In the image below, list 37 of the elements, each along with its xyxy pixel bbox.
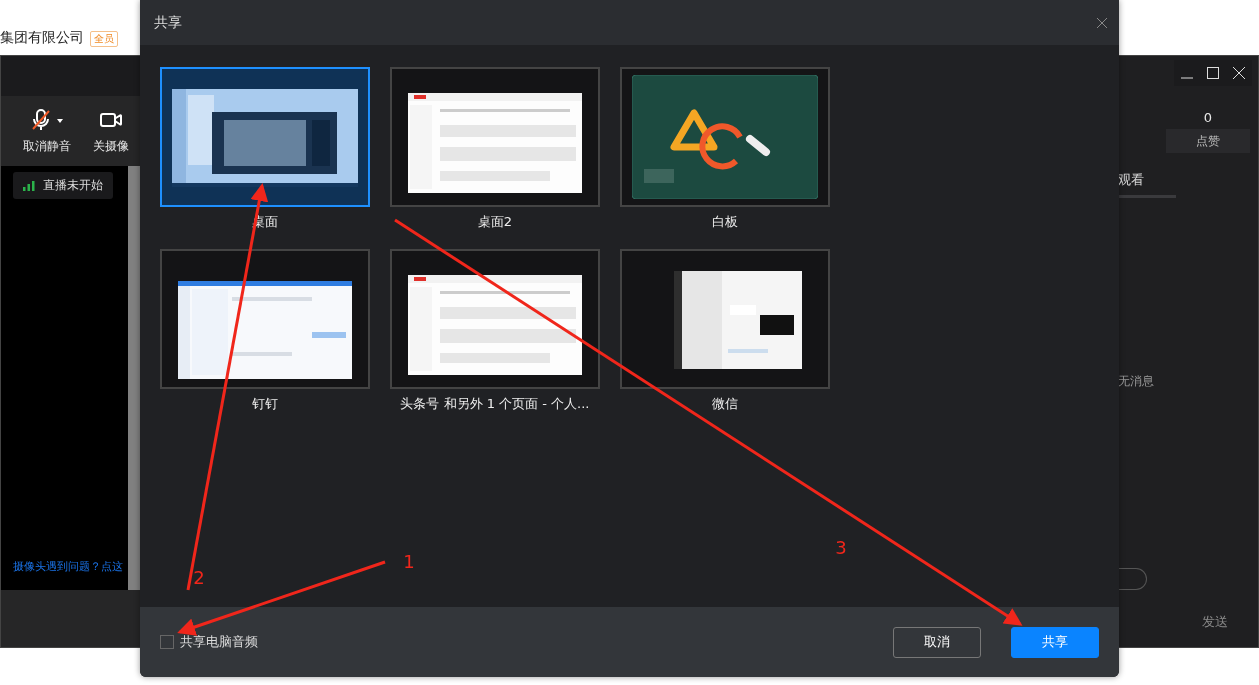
source-thumbnail[interactable] bbox=[160, 67, 370, 207]
annotation-number: 2 bbox=[193, 567, 205, 588]
help-link[interactable]: 摄像头遇到问题？点这 bbox=[13, 559, 128, 574]
close-button[interactable] bbox=[1226, 60, 1252, 86]
empty-message: 无消息 bbox=[1118, 373, 1155, 390]
company-name: 集团有限公司 bbox=[0, 29, 84, 47]
like-button[interactable]: 点赞 bbox=[1166, 129, 1250, 153]
minimize-icon bbox=[1181, 77, 1193, 79]
dialog-title: 共享 bbox=[154, 13, 182, 32]
cancel-button[interactable]: 取消 bbox=[893, 626, 981, 658]
source-thumbnail[interactable] bbox=[160, 249, 370, 389]
checkbox-label: 共享电脑音频 bbox=[180, 633, 258, 651]
annotation-number: 1 bbox=[403, 551, 415, 572]
source-label: 白板 bbox=[712, 213, 738, 231]
share-button[interactable]: 共享 bbox=[1011, 626, 1099, 658]
source-thumbnail[interactable] bbox=[390, 67, 600, 207]
source-label: 微信 bbox=[712, 395, 738, 413]
toolbar-label[interactable]: 取消静音 bbox=[23, 138, 71, 155]
checkbox[interactable] bbox=[160, 635, 174, 649]
muted-mic-icon bbox=[29, 108, 65, 132]
like-count: 0 bbox=[1203, 110, 1213, 125]
send-button[interactable]: 发送 bbox=[1196, 612, 1234, 632]
minimize-button[interactable] bbox=[1174, 60, 1200, 86]
source-thumbnail[interactable] bbox=[620, 249, 830, 389]
source-thumbnail[interactable] bbox=[620, 67, 830, 207]
close-icon bbox=[1097, 17, 1107, 28]
source-label: 钉钉 bbox=[252, 395, 278, 413]
maximize-icon bbox=[1206, 66, 1220, 80]
annotation-number: 3 bbox=[835, 537, 847, 558]
source-label: 头条号 和另外 1 个页面 - 个人... bbox=[400, 395, 590, 413]
close-icon bbox=[1232, 66, 1246, 80]
member-badge: 全员 bbox=[90, 31, 118, 47]
signal-icon bbox=[23, 180, 35, 191]
source-thumbnail[interactable] bbox=[390, 249, 600, 389]
source-label: 桌面2 bbox=[477, 213, 513, 231]
status-text: 直播未开始 bbox=[43, 177, 103, 194]
toolbar-label[interactable]: 关摄像 bbox=[93, 138, 129, 155]
